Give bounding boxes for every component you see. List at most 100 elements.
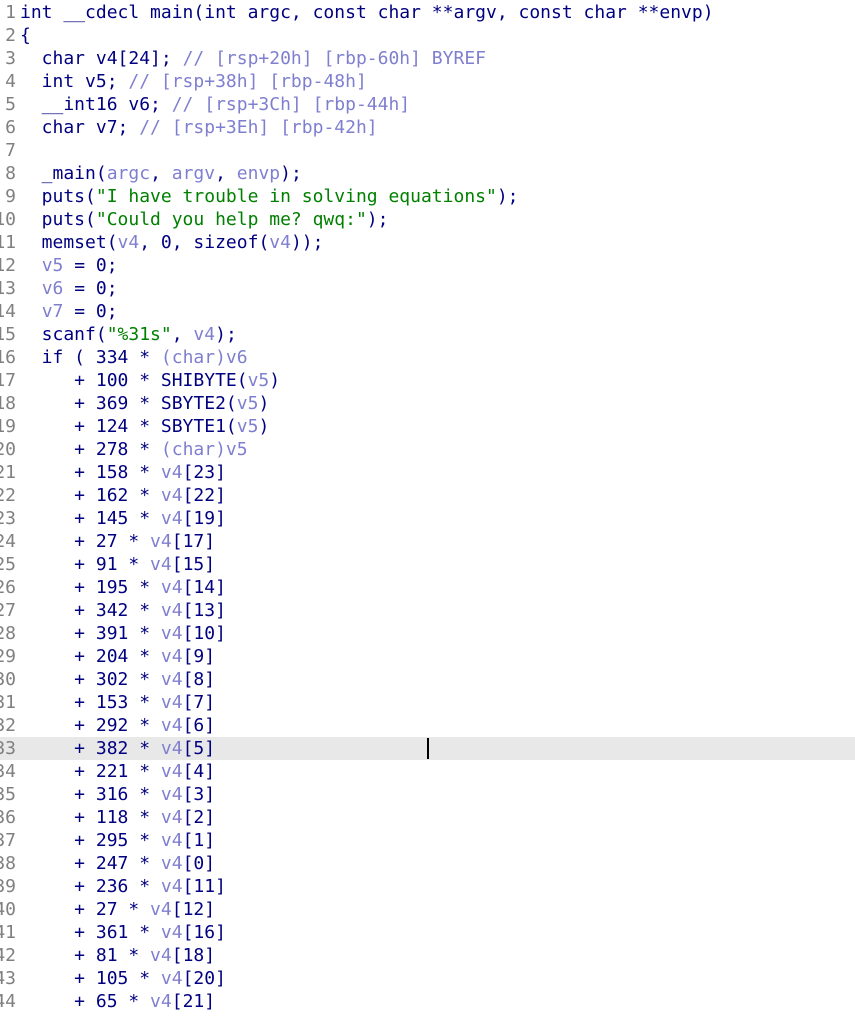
code-token: [0]: [182, 853, 216, 874]
line-number: 3: [5, 48, 16, 69]
code-line[interactable]: 40 + 27 * v4[12]: [0, 898, 855, 921]
code-token: "%31s": [106, 324, 172, 345]
code-token: + 162 *: [20, 485, 161, 506]
code-line[interactable]: 8 _main(argc, argv, envp);: [0, 162, 855, 185]
code-line[interactable]: 37 + 295 * v4[1]: [0, 829, 855, 852]
code-token: ,: [150, 163, 172, 184]
line-number: 25: [0, 554, 16, 575]
line-number: 42: [0, 945, 16, 966]
code-token: + 145 *: [20, 508, 161, 529]
code-line[interactable]: 17 + 100 * SHIBYTE(v5): [0, 369, 855, 392]
code-line[interactable]: 7: [0, 139, 855, 162]
code-line[interactable]: 11 memset(v4, 0, sizeof(v4));: [0, 231, 855, 254]
code-line[interactable]: 42 + 81 * v4[18]: [0, 944, 855, 967]
code-line[interactable]: 41 + 361 * v4[16]: [0, 921, 855, 944]
code-line[interactable]: 2{: [0, 24, 855, 47]
code-token: [10]: [182, 623, 226, 644]
code-line[interactable]: 10 puts("Could you help me? qwq:");: [0, 208, 855, 231]
code-line[interactable]: 1 int __cdecl main(int argc, const char *…: [0, 1, 855, 24]
line-number: 41: [0, 922, 16, 943]
code-line[interactable]: 27 + 342 * v4[13]: [0, 599, 855, 622]
code-token: v4: [160, 485, 183, 506]
code-text: + 27 * v4[17]: [20, 530, 215, 553]
code-line[interactable]: 25 + 91 * v4[15]: [0, 553, 855, 576]
code-line[interactable]: 34 + 221 * v4[4]: [0, 760, 855, 783]
code-token: if ( 334 *: [20, 347, 161, 368]
code-token: [11]: [182, 876, 226, 897]
code-text: + 81 * v4[18]: [20, 944, 215, 967]
code-token: = 0;: [63, 255, 118, 276]
code-line[interactable]: 3 char v4[24]; // [rsp+20h] [rbp-60h] BY…: [0, 47, 855, 70]
code-line[interactable]: 4 int v5; // [rsp+38h] [rbp-48h]: [0, 70, 855, 93]
code-line[interactable]: 26 + 195 * v4[14]: [0, 576, 855, 599]
code-token: v4: [160, 623, 183, 644]
line-number: 10: [0, 209, 16, 230]
code-line[interactable]: 9 puts("I have trouble in solving equati…: [0, 185, 855, 208]
code-token: + 65 *: [20, 991, 151, 1012]
code-line[interactable]: 43 + 105 * v4[20]: [0, 967, 855, 990]
code-text: + 195 * v4[14]: [20, 576, 226, 599]
code-line[interactable]: 24 + 27 * v4[17]: [0, 530, 855, 553]
code-line[interactable]: 29 + 204 * v4[9]: [0, 645, 855, 668]
code-token: [8]: [182, 669, 216, 690]
code-line[interactable]: 16 if ( 334 * (char)v6: [0, 346, 855, 369]
code-line[interactable]: 23 + 145 * v4[19]: [0, 507, 855, 530]
code-line[interactable]: 21 + 158 * v4[23]: [0, 461, 855, 484]
code-token: argc: [106, 163, 151, 184]
line-number: 13: [0, 278, 16, 299]
code-token: );: [366, 209, 389, 230]
code-token: [1]: [182, 830, 216, 851]
code-text: int v5; // [rsp+38h] [rbp-48h]: [20, 70, 367, 93]
code-line[interactable]: 28 + 391 * v4[10]: [0, 622, 855, 645]
code-token: + 295 *: [20, 830, 161, 851]
code-token: + 278 *: [20, 439, 161, 460]
code-line[interactable]: 19 + 124 * SBYTE1(v5): [0, 415, 855, 438]
code-line[interactable]: 13 v6 = 0;: [0, 277, 855, 300]
code-text: int __cdecl main(int argc, const char **…: [20, 1, 714, 24]
code-text: + 369 * SBYTE2(v5): [20, 392, 269, 415]
code-token: + 158 *: [20, 462, 161, 483]
code-line[interactable]: 39 + 236 * v4[11]: [0, 875, 855, 898]
code-line[interactable]: 36 + 118 * v4[2]: [0, 806, 855, 829]
code-token: + 27 *: [20, 899, 151, 920]
code-line[interactable]: 38 + 247 * v4[0]: [0, 852, 855, 875]
code-line[interactable]: 14 v7 = 0;: [0, 300, 855, 323]
code-line[interactable]: 20 + 278 * (char)v5: [0, 438, 855, 461]
code-line[interactable]: 12 v5 = 0;: [0, 254, 855, 277]
text-caret: [427, 738, 429, 759]
code-text: __int16 v6; // [rsp+3Ch] [rbp-44h]: [20, 93, 410, 116]
code-token: v4: [117, 232, 140, 253]
code-line[interactable]: 30 + 302 * v4[8]: [0, 668, 855, 691]
code-token: + 302 *: [20, 669, 161, 690]
code-text: v5 = 0;: [20, 254, 118, 277]
code-token: ): [258, 393, 270, 414]
code-token: ,: [171, 324, 194, 345]
line-number: 5: [5, 94, 16, 115]
line-number: 37: [0, 830, 16, 851]
code-line[interactable]: 15 scanf("%31s", v4);: [0, 323, 855, 346]
code-token: + 221 *: [20, 761, 161, 782]
line-number: 17: [0, 370, 16, 391]
code-token: v7: [41, 301, 64, 322]
code-line[interactable]: 35 + 316 * v4[3]: [0, 783, 855, 806]
code-token: char: [20, 48, 96, 69]
code-text: {: [20, 24, 31, 47]
pseudocode-editor[interactable]: 1 int __cdecl main(int argc, const char *…: [0, 0, 855, 1016]
code-line[interactable]: 33 + 382 * v4[5]: [0, 737, 855, 760]
code-text: char v7; // [rsp+3Eh] [rbp-42h]: [20, 116, 378, 139]
code-token: [3]: [182, 784, 216, 805]
code-token: + 316 *: [20, 784, 161, 805]
code-line[interactable]: 31 + 153 * v4[7]: [0, 691, 855, 714]
code-line[interactable]: 22 + 162 * v4[22]: [0, 484, 855, 507]
code-text: + 361 * v4[16]: [20, 921, 226, 944]
line-number: 21: [0, 462, 16, 483]
code-token: [17]: [171, 531, 216, 552]
code-token: [20]: [182, 968, 226, 989]
code-line[interactable]: 32 + 292 * v4[6]: [0, 714, 855, 737]
code-line[interactable]: 44 + 65 * v4[21]: [0, 990, 855, 1013]
code-line[interactable]: 18 + 369 * SBYTE2(v5): [0, 392, 855, 415]
code-text: + 158 * v4[23]: [20, 461, 226, 484]
code-line[interactable]: 5 __int16 v6; // [rsp+3Ch] [rbp-44h]: [0, 93, 855, 116]
code-line[interactable]: 6 char v7; // [rsp+3Eh] [rbp-42h]: [0, 116, 855, 139]
